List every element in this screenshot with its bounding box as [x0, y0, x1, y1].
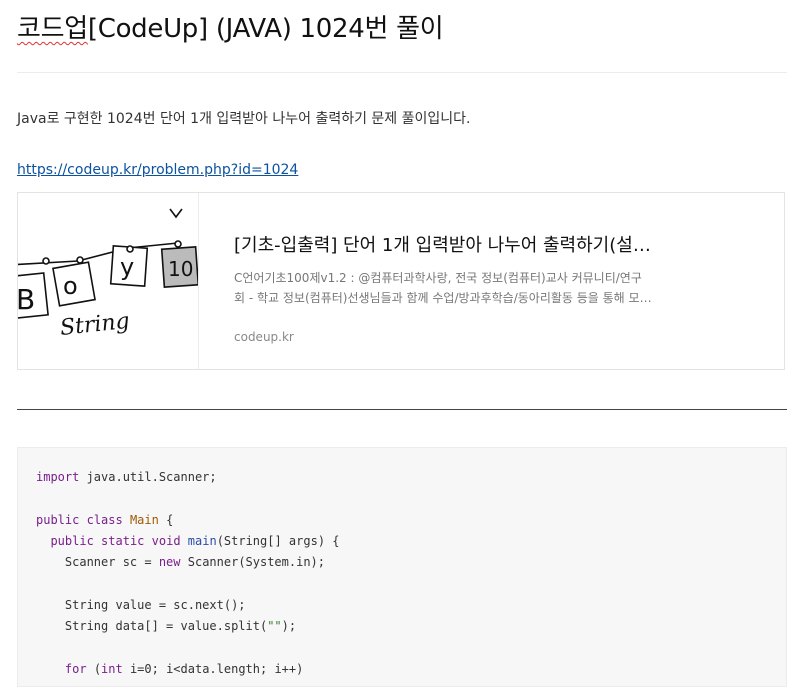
letter-y: y — [120, 253, 134, 281]
title-prefix: 코드업 — [17, 14, 88, 44]
code-line: Scanner sc = new Scanner(System.in); — [64, 555, 326, 569]
card-description: C언어기초100제v1.2 : @컴퓨터과학사랑, 전국 정보(컴퓨터)교사 커… — [234, 268, 654, 308]
title-divider — [17, 72, 787, 73]
letter-b: B — [18, 283, 35, 316]
code-line: String data[] = value.split(""); — [64, 619, 297, 633]
letter-10: 10 — [168, 257, 193, 281]
thumbnail-illustration: B o y 10 String — [18, 208, 198, 341]
card-title: [기초-입출력] 단어 1개 입력받아 나누어 출력하기(설명) — [234, 235, 654, 256]
thumbnail-caption: String — [59, 309, 131, 341]
problem-link[interactable]: https://codeup.kr/problem.php?id=1024 — [17, 162, 298, 178]
card-thumbnail: B o y 10 String — [18, 193, 199, 369]
card-description-line: C언어기초100제v1.2 : @컴퓨터과학사랑, 전국 정보(컴퓨터)교사 커… — [234, 271, 642, 285]
code-line: public class Main { — [36, 513, 174, 527]
code-block: import java.util.Scanner; public class M… — [17, 447, 787, 687]
link-preview-card[interactable]: B o y 10 String [기초-입출력] 단어 1개 입력받아 나누어 … — [17, 192, 785, 370]
section-divider — [17, 409, 787, 410]
card-domain: codeup.kr — [234, 330, 294, 344]
card-description-line: 회 - 학교 정보(컴퓨터)선생님들과 함께 수업/방과후학습/동아리활동 등을… — [234, 291, 654, 305]
title-rest: [CodeUp] (JAVA) 1024번 풀이 — [87, 14, 444, 44]
intro-text: Java로 구현한 1024번 단어 1개 입력받아 나누어 출력하기 문제 풀… — [17, 111, 471, 127]
letter-o: o — [63, 272, 78, 300]
code-line: import java.util.Scanner; — [36, 470, 217, 484]
code-line: for (int i=0; i<data.length; i++) — [64, 662, 304, 676]
code-line: String value = sc.next(); — [64, 598, 246, 612]
code-line: public static void main(String[] args) { — [50, 534, 340, 548]
post-title: 코드업[CodeUp] (JAVA) 1024번 풀이 — [17, 8, 444, 45]
